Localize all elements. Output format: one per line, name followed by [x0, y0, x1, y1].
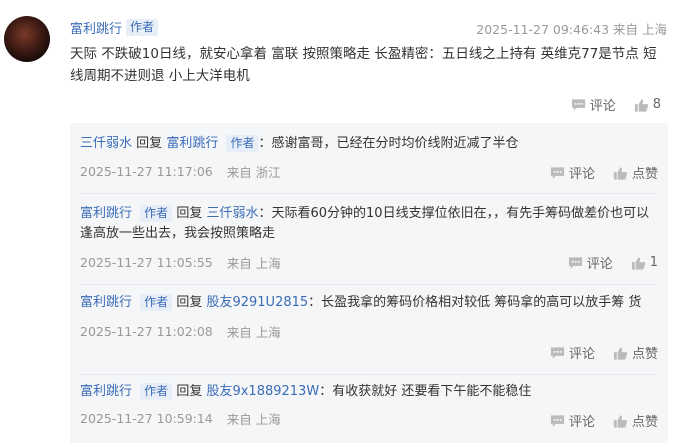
reply-like-button[interactable]: 点赞 — [613, 411, 658, 430]
comment-author-line: 富利跳行 作者 — [70, 18, 159, 37]
reply-like-button[interactable]: 点赞 — [613, 343, 658, 362]
reply-user[interactable]: 三仟弱水 — [80, 136, 132, 151]
reply-location: 来自 上海 — [226, 325, 281, 340]
reply-user[interactable]: 富利跳行 — [80, 295, 132, 310]
reply-comment-button[interactable]: 评论 — [550, 343, 595, 362]
reply-word: 回复 — [176, 295, 203, 310]
reply-actions: 评论 点赞 — [532, 163, 658, 182]
reply-time: 2025-11-27 10:59:14 — [80, 411, 213, 426]
reply-time: 2025-11-27 11:05:55 — [80, 255, 213, 270]
author-badge: 作者 — [140, 294, 173, 311]
comment-text: 天际 不跌破10日线，就安心拿着 富联 按照策略走 长盈精密：五日线之上持有 英… — [70, 46, 657, 84]
thumbs-up-icon — [631, 256, 645, 270]
author-badge: 作者 — [140, 205, 173, 222]
author-name[interactable]: 富利跳行 — [70, 18, 122, 37]
comment-label: 评论 — [586, 257, 613, 272]
like-label: 点赞 — [631, 415, 658, 430]
comment-meta: 2025-11-27 09:46:43 来自 上海 — [476, 19, 667, 38]
author-badge: 作者 — [126, 19, 159, 36]
like-count: 1 — [649, 255, 658, 270]
like-button[interactable]: 8 — [634, 97, 661, 112]
thumbs-up-icon — [613, 346, 628, 360]
reply-location: 来自 上海 — [226, 412, 281, 427]
comment-time: 2025-11-27 09:46:43 — [476, 22, 610, 37]
reply-target[interactable]: 股友9291U2815 — [206, 295, 308, 310]
reply-time: 2025-11-27 11:02:08 — [80, 324, 213, 339]
reply-target[interactable]: 三仟弱水 — [206, 206, 258, 221]
reply-comment-button[interactable]: 评论 — [550, 163, 595, 182]
divider — [80, 374, 658, 375]
reply-location: 来自 浙江 — [226, 165, 281, 180]
divider — [80, 284, 658, 285]
comment-label: 评论 — [568, 167, 595, 182]
reply-text-line: 富利跳行 作者 回复 三仟弱水：天际看60分钟的10日线支撑位依旧在，，有先手筹… — [80, 204, 660, 244]
reply-actions: 评论 1 — [550, 253, 658, 272]
reply-actions: 评论 点赞 — [532, 411, 658, 430]
comment-icon — [550, 166, 565, 179]
author-badge: 作者 — [226, 135, 259, 152]
comment-icon — [571, 98, 585, 111]
reply-word: 回复 — [136, 136, 163, 151]
comment-label: 评论 — [568, 415, 595, 430]
comment-label: 评论 — [589, 99, 616, 114]
reply-text: ：有收获就好 还要看下午能不能稳住 — [319, 384, 532, 399]
comment-icon — [550, 414, 565, 427]
reply-comment-button[interactable]: 评论 — [568, 253, 613, 272]
thumbs-up-icon — [634, 98, 648, 112]
comment-location: 来自 上海 — [613, 22, 667, 37]
reply-target[interactable]: 富利跳行 — [166, 136, 218, 151]
comment-button[interactable]: 评论 — [571, 95, 616, 114]
thumbs-up-icon — [613, 166, 628, 180]
reply-text: ：长盈我拿的筹码价格相对较低 筹码拿的高可以放手筹 货 — [308, 295, 642, 310]
like-label: 点赞 — [631, 167, 658, 182]
reply-text: ：感谢富哥，已经在分时均价线附近减了半仓 — [258, 136, 519, 151]
reply-like-button[interactable]: 点赞 — [613, 163, 658, 182]
reply-like-button[interactable]: 1 — [631, 255, 658, 270]
reply-word: 回复 — [176, 384, 203, 399]
author-badge: 作者 — [140, 383, 173, 400]
reply-user[interactable]: 富利跳行 — [80, 206, 132, 221]
reply-text-line: 富利跳行 作者 回复 股友9291U2815：长盈我拿的筹码价格相对较低 筹码拿… — [80, 293, 660, 313]
comment-actions: 评论 8 — [553, 95, 661, 114]
comment-icon — [568, 256, 582, 269]
reply-meta: 2025-11-27 11:02:08 来自 上海 — [80, 322, 660, 341]
reply-time: 2025-11-27 11:17:06 — [80, 164, 213, 179]
reply-actions: 评论 点赞 — [532, 343, 658, 362]
reply-target[interactable]: 股友9x1889213W — [206, 384, 319, 399]
comment-label: 评论 — [568, 347, 595, 362]
reply-list: 三仟弱水 回复 富利跳行 作者 ：感谢富哥，已经在分时均价线附近减了半仓 2025… — [70, 123, 668, 443]
reply-location: 来自 上海 — [226, 256, 281, 271]
reply-word: 回复 — [176, 206, 203, 221]
like-label: 点赞 — [631, 347, 658, 362]
thumbs-up-icon — [613, 414, 628, 428]
reply-comment-button[interactable]: 评论 — [550, 411, 595, 430]
avatar[interactable] — [4, 16, 50, 62]
divider — [80, 193, 658, 194]
like-count: 8 — [652, 97, 661, 112]
reply-user[interactable]: 富利跳行 — [80, 384, 132, 399]
comment-icon — [550, 346, 565, 359]
reply-item: 富利跳行 作者 回复 股友9291U2815：长盈我拿的筹码价格相对较低 筹码拿… — [80, 293, 660, 341]
reply-text-line: 富利跳行 作者 回复 股友9x1889213W：有收获就好 还要看下午能不能稳住 — [80, 382, 660, 402]
reply-text-line: 三仟弱水 回复 富利跳行 作者 ：感谢富哥，已经在分时均价线附近减了半仓 — [80, 134, 660, 154]
